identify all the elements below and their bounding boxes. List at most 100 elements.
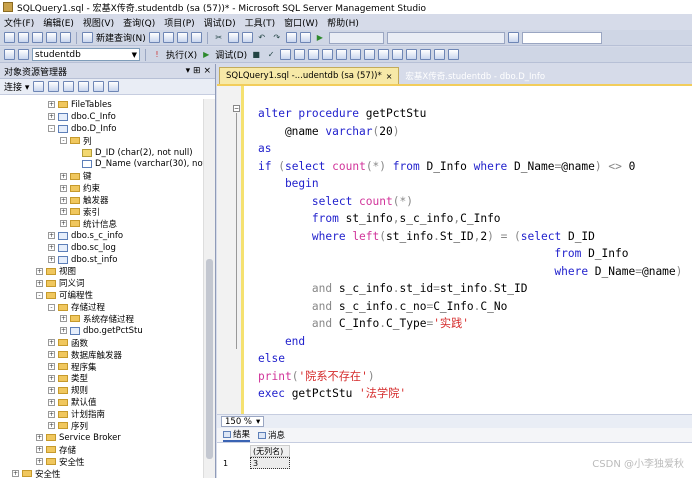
tree-node[interactable]: + 函数 — [0, 337, 204, 349]
cut-icon[interactable]: ✂ — [213, 32, 225, 44]
tree-node[interactable]: + 同义词 — [0, 277, 204, 289]
parse-icon[interactable]: ✓ — [265, 49, 277, 61]
expand-icon[interactable]: + — [36, 446, 43, 454]
tab-messages[interactable]: 消息 — [258, 429, 285, 441]
vertical-scrollbar[interactable] — [203, 99, 215, 478]
expand-icon[interactable]: + — [48, 386, 55, 394]
query-editor[interactable]: − alter procedure getPctStu @name varcha… — [217, 84, 692, 414]
tree-node[interactable]: + 索引 — [0, 206, 204, 218]
tree-node[interactable]: + FileTables — [0, 99, 204, 111]
expand-icon[interactable]: + — [60, 172, 67, 180]
stop-icon[interactable]: ■ — [250, 49, 262, 61]
tree-node[interactable]: + 约束 — [0, 182, 204, 194]
results-to-text-icon[interactable] — [350, 49, 362, 60]
tree-node[interactable]: + 类型 — [0, 372, 204, 384]
debug-button[interactable]: 调试(D) — [215, 48, 247, 61]
tree-node[interactable]: - dbo.D_Info — [0, 123, 204, 135]
new-query-icon[interactable] — [82, 32, 93, 43]
mdx-query-icon[interactable] — [162, 32, 174, 43]
estimated-plan-icon[interactable] — [280, 49, 292, 60]
new-project-icon[interactable] — [4, 32, 15, 43]
tree-node[interactable]: + 计划指南 — [0, 408, 204, 420]
tree-node[interactable]: + 安全性 — [0, 456, 204, 468]
collapse-icon[interactable]: - — [48, 303, 55, 311]
solution-config-dropdown[interactable] — [328, 31, 384, 44]
menu-item-7[interactable]: 窗口(W) — [284, 16, 318, 29]
tab-query[interactable]: SQLQuery1.sql -...udentdb (sa (57))* × — [219, 67, 400, 84]
client-stats-icon[interactable] — [336, 49, 348, 60]
start-debug-icon[interactable]: ▶ — [314, 32, 326, 44]
query-designer-icon[interactable] — [294, 49, 306, 60]
database-select[interactable]: studentdb ▼ — [32, 48, 140, 61]
tree-node[interactable]: - 可编程性 — [0, 289, 204, 301]
save-all-icon[interactable] — [60, 32, 71, 43]
add-item-icon[interactable] — [18, 32, 29, 43]
expand-icon[interactable]: + — [48, 374, 55, 382]
tree-node[interactable]: + 序列 — [0, 420, 204, 432]
menu-item-3[interactable]: 查询(Q) — [123, 16, 155, 29]
specify-values-icon[interactable] — [448, 49, 460, 60]
decrease-indent-icon[interactable] — [420, 49, 432, 60]
tree-node[interactable]: + 触发器 — [0, 194, 204, 206]
comment-icon[interactable] — [392, 49, 404, 60]
tree-node[interactable]: + 存储 — [0, 444, 204, 456]
search-box[interactable] — [521, 31, 602, 44]
tree-node[interactable]: D_Name (varchar(30), not nu — [0, 158, 204, 170]
expand-icon[interactable]: + — [48, 363, 55, 371]
expand-icon[interactable]: + — [36, 458, 43, 466]
results-to-grid-icon[interactable] — [364, 49, 376, 60]
expand-icon[interactable]: + — [48, 113, 55, 121]
menu-item-0[interactable]: 文件(F) — [4, 16, 34, 29]
menu-item-6[interactable]: 工具(T) — [245, 16, 276, 29]
undo-icon[interactable]: ↶ — [256, 32, 268, 44]
connect-icon[interactable] — [4, 49, 15, 60]
collapse-icon[interactable]: - — [60, 137, 67, 145]
execute-button[interactable]: 执行(X) — [166, 48, 197, 61]
tree-node[interactable]: + dbo.sc_log — [0, 242, 204, 254]
expand-icon[interactable]: + — [60, 220, 67, 228]
column-header[interactable]: (无列名) — [250, 445, 290, 457]
open-file-icon[interactable] — [32, 32, 43, 43]
tree-node[interactable]: + 统计信息 — [0, 218, 204, 230]
menu-item-1[interactable]: 编辑(E) — [43, 16, 74, 29]
tree-node[interactable]: D_ID (char(2), not null) — [0, 147, 204, 159]
filter-icon[interactable] — [78, 81, 90, 92]
tree-node[interactable]: + 视图 — [0, 265, 204, 277]
expand-icon[interactable]: + — [60, 184, 67, 192]
expand-icon[interactable]: + — [48, 339, 55, 347]
new-query-button[interactable]: 新建查询(N) — [96, 31, 146, 44]
menu-item-2[interactable]: 视图(V) — [83, 16, 114, 29]
close-icon[interactable]: × — [386, 72, 393, 81]
paste-icon[interactable] — [241, 32, 253, 43]
change-connection-icon[interactable] — [18, 49, 29, 60]
save-icon[interactable] — [46, 32, 57, 43]
code-text[interactable]: alter procedure getPctStu @name varchar(… — [258, 105, 682, 403]
collapse-icon[interactable]: − — [233, 105, 240, 112]
actual-plan-icon[interactable] — [322, 49, 334, 60]
expand-icon[interactable]: + — [48, 351, 55, 359]
tree-node[interactable]: - 存储过程 — [0, 301, 204, 313]
expand-icon[interactable]: + — [48, 410, 55, 418]
tree-node[interactable]: + dbo.s_c_info — [0, 230, 204, 242]
navigate-forward-icon[interactable] — [299, 32, 311, 43]
copy-icon[interactable] — [227, 32, 239, 43]
zoom-select[interactable]: 150 % ▾ — [221, 416, 265, 427]
tree-node[interactable]: + dbo.getPctStu — [0, 325, 204, 337]
expand-icon[interactable]: + — [48, 398, 55, 406]
expand-icon[interactable]: + — [48, 101, 55, 109]
increase-indent-icon[interactable] — [434, 49, 446, 60]
expand-icon[interactable]: + — [36, 279, 43, 287]
collapse-icon[interactable]: - — [48, 125, 55, 133]
database-engine-query-icon[interactable] — [148, 32, 160, 43]
tree-node[interactable]: + 默认值 — [0, 396, 204, 408]
tree-node[interactable]: + 系统存储过程 — [0, 313, 204, 325]
xmla-query-icon[interactable] — [190, 32, 202, 43]
connect-db-icon[interactable] — [33, 81, 45, 92]
tree-node[interactable]: -列 — [0, 135, 204, 147]
menu-item-4[interactable]: 项目(P) — [164, 16, 194, 29]
menu-item-8[interactable]: 帮助(H) — [327, 16, 359, 29]
result-cell[interactable]: 3 — [250, 457, 290, 469]
scrollbar-thumb[interactable] — [206, 259, 213, 459]
tree-node[interactable]: + 程序集 — [0, 361, 204, 373]
find-dropdown[interactable] — [386, 31, 505, 44]
